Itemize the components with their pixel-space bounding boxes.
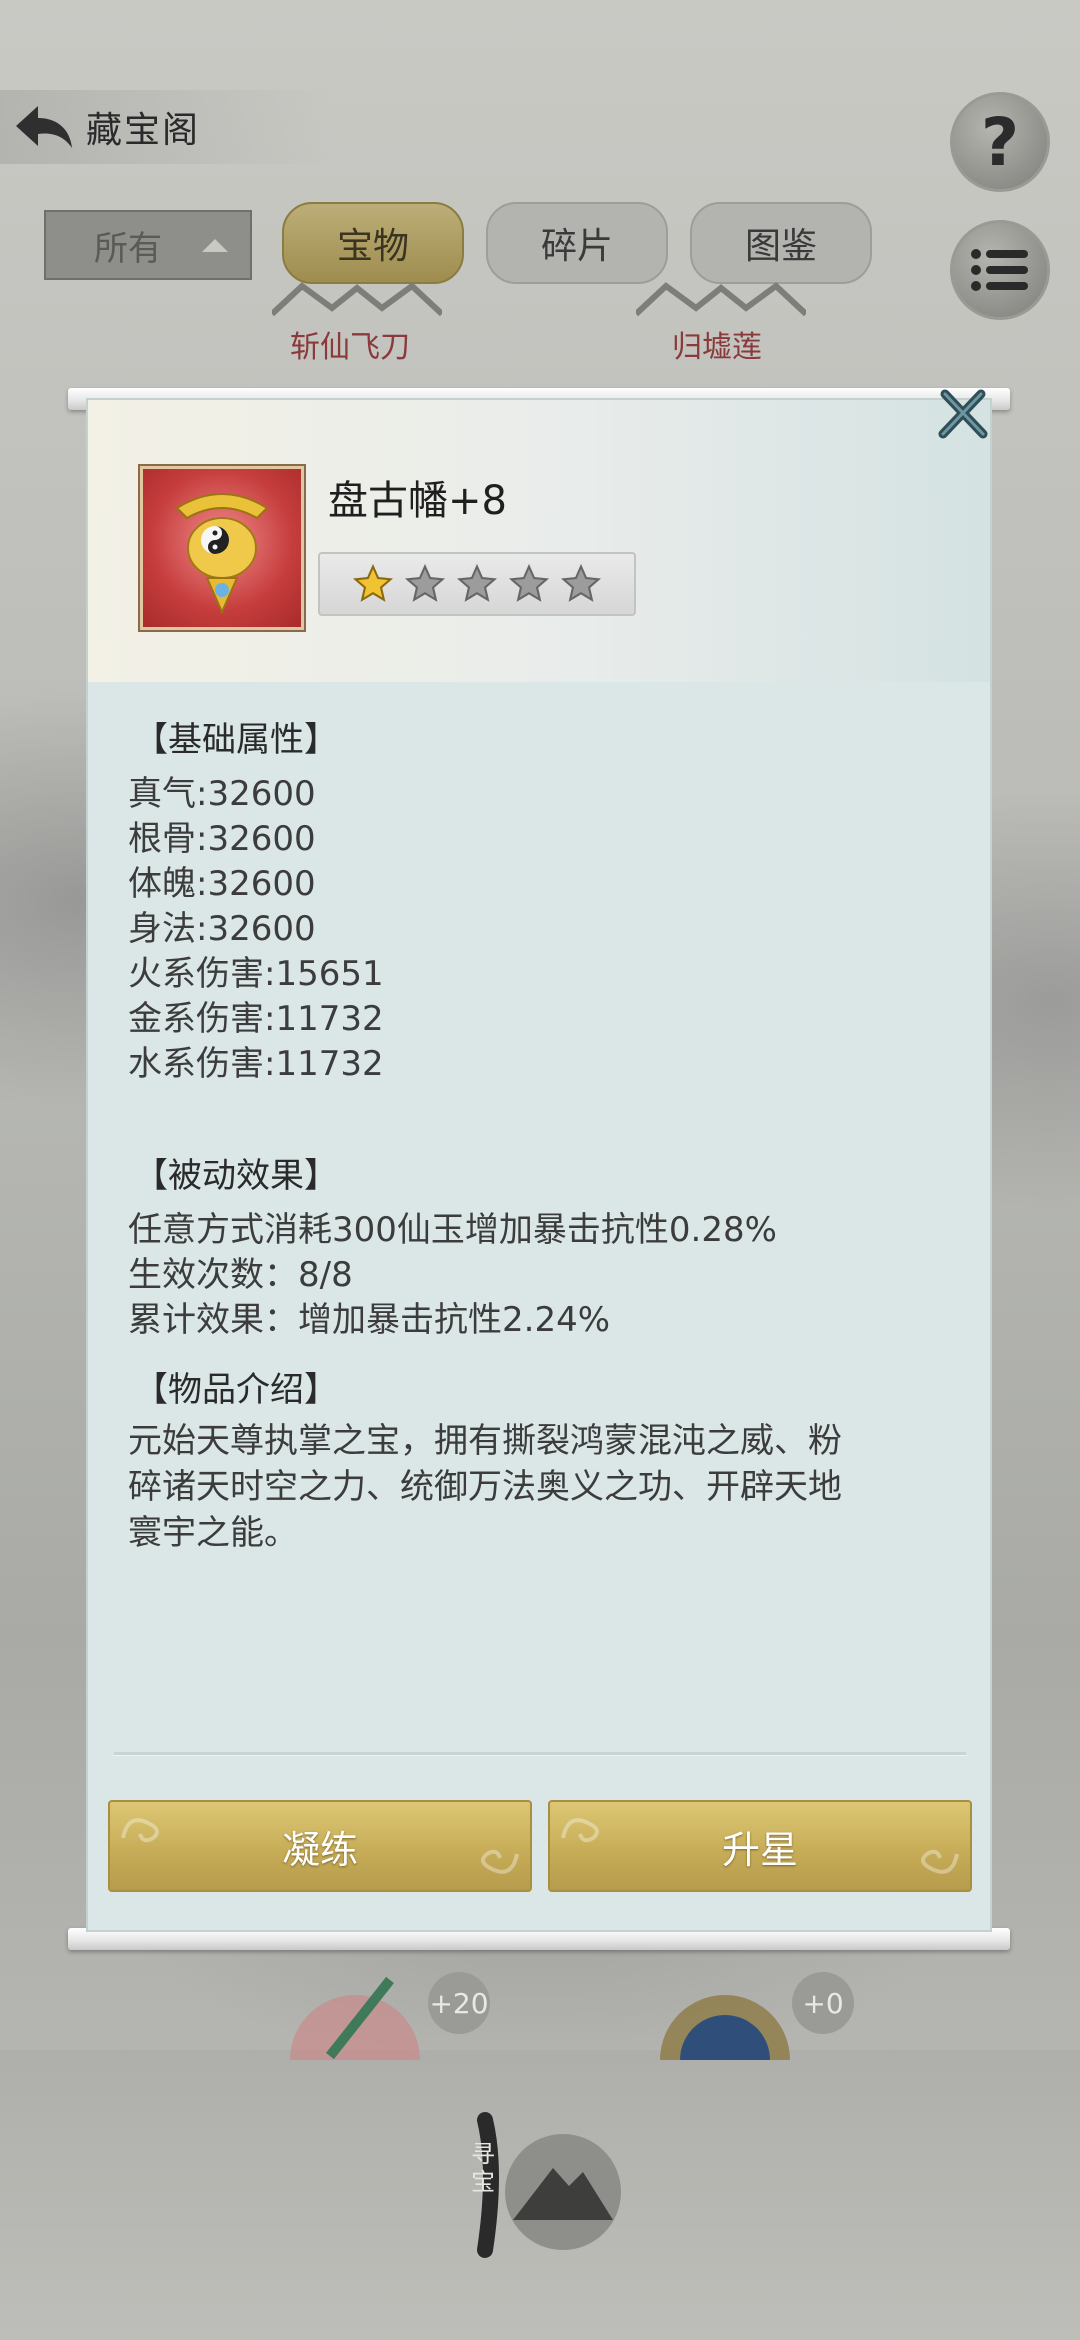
star-rating [318,552,636,616]
refine-label: 凝练 [281,1827,358,1872]
refine-button[interactable]: 凝练 [108,1800,532,1892]
star-icon [352,563,394,602]
seek-treasure-button[interactable]: 寻宝 [465,2110,625,2260]
star-icon [456,563,498,602]
close-button[interactable] [935,386,991,442]
list-menu-icon [971,249,1028,291]
star-up-button[interactable]: 升星 [548,1800,972,1892]
item-detail-panel: 盘古幡+8 【基础属性】 真气:32600 根骨:32600 体魄:32600 … [88,400,990,1930]
divider [114,1752,966,1756]
level-badge: +0 [792,1972,854,2034]
attribute-line: 火系伤害:15651 [128,954,384,994]
passive-line: 累计效果：增加暴击抗性2.24% [128,1300,611,1340]
seek-label: 寻宝 [471,2140,495,2196]
bg-item-label: 归墟莲 [672,330,762,365]
tab-fragments[interactable]: 碎片 [486,202,668,284]
intro-line: 元始天尊执掌之宝，拥有撕裂鸿蒙混沌之威、粉 [128,1421,842,1461]
passive-effect-title: 【被动效果】 [134,1156,338,1196]
ornament-icon [272,282,442,317]
item-intro-text: 元始天尊执掌之宝，拥有撕裂鸿蒙混沌之威、粉 碎诸天时空之力、统御万法奥义之功、开… [128,1418,958,1556]
caret-up-icon [202,238,228,252]
filter-select[interactable]: 所有 [44,210,252,280]
tab-label: 图鉴 [744,226,817,267]
tab-label: 碎片 [540,226,613,267]
sword-item-icon[interactable] [270,1960,440,2060]
item-name: 盘古幡+8 [328,478,507,524]
top-bar: 藏宝阁 [0,90,330,164]
cloud-swirl-icon [921,1849,959,1874]
intro-line: 碎诸天时空之力、统御万法奥义之功、开辟天地 [128,1467,842,1507]
passive-line: 任意方式消耗300仙玉增加暴击抗性0.28% [128,1210,777,1250]
bg-item-label: 斩仙飞刀 [290,330,410,365]
star-up-label: 升星 [721,1827,798,1872]
tab-treasure[interactable]: 宝物 [282,202,464,284]
cloud-swirl-icon [561,1818,599,1843]
list-menu-button[interactable] [950,220,1050,320]
passive-line: 生效次数：8/8 [128,1255,353,1295]
star-icon [508,563,550,602]
intro-line: 寰宇之能。 [128,1513,298,1553]
attribute-line: 金系伤害:11732 [128,999,384,1039]
tab-collection[interactable]: 图鉴 [690,202,872,284]
attribute-line: 真气:32600 [128,774,316,814]
treasure-banner-icon [140,466,304,630]
tab-label: 宝物 [336,226,409,267]
level-badge: +20 [428,1972,490,2034]
attribute-line: 根骨:32600 [128,819,316,859]
page-title: 藏宝阁 [86,110,201,151]
basic-attributes-title: 【基础属性】 [134,720,338,760]
help-icon: ? [980,103,1020,181]
scroll-rod-bottom [68,1928,1010,1950]
star-icon [404,563,446,602]
attribute-line: 水系伤害:11732 [128,1044,384,1084]
filter-value: 所有 [94,228,162,269]
compass-item-icon[interactable] [640,1960,810,2060]
ornament-icon [636,282,806,317]
cloud-swirl-icon [481,1849,519,1874]
close-icon [938,389,988,439]
help-button[interactable]: ? [950,92,1050,192]
attribute-line: 身法:32600 [128,909,316,949]
item-intro-title: 【物品介绍】 [134,1370,338,1410]
attribute-line: 体魄:32600 [128,864,316,904]
back-arrow-icon[interactable] [0,90,86,164]
cloud-swirl-icon [121,1818,159,1843]
star-icon [560,563,602,602]
